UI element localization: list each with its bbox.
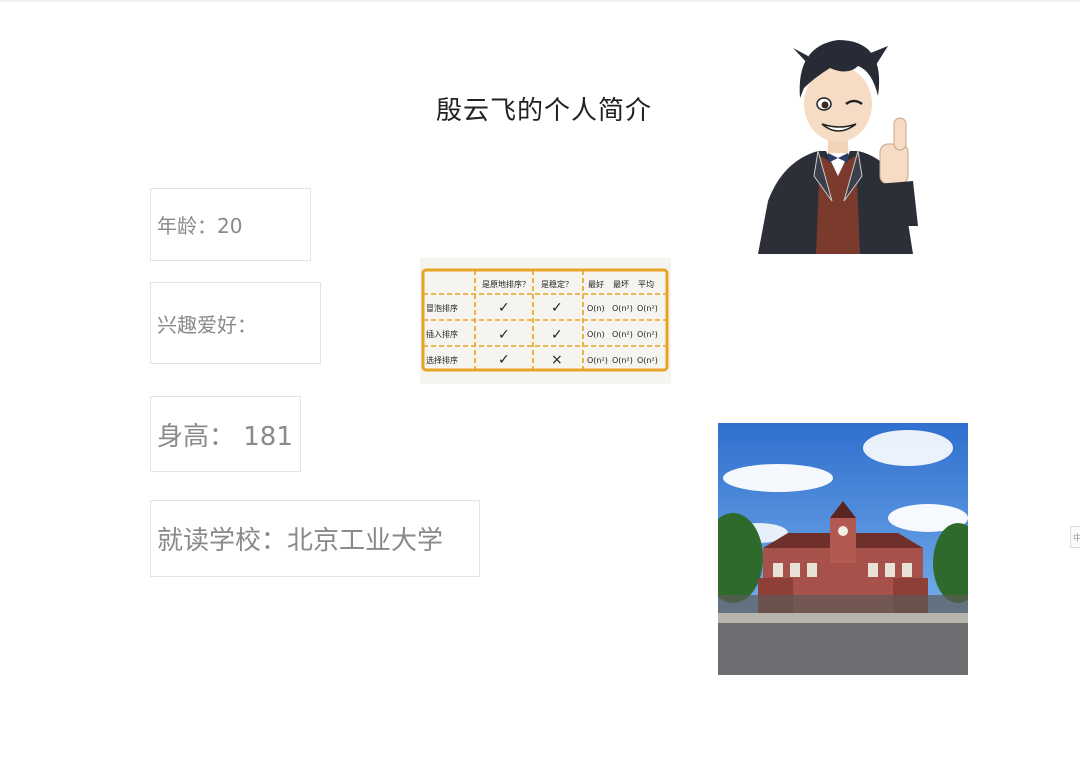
check-icon: ✓ — [498, 300, 510, 316]
avg-cell: O(n²) — [637, 356, 658, 365]
height-label: 身高： 181 — [157, 421, 293, 452]
sorting-table-image: 是原地排序？ 是稳定？ 最好 最坏 平均 冒泡排序 ✓ ✓ O(n) O(n²)… — [420, 258, 671, 384]
worst-cell: O(n²) — [612, 356, 633, 365]
col-avg: 平均 — [638, 279, 654, 289]
check-icon: ✓ — [551, 327, 563, 343]
avg-cell: O(n²) — [637, 304, 658, 313]
check-icon: ✓ — [551, 300, 563, 316]
worst-cell: O(n²) — [612, 304, 633, 313]
page-title: 殷云飞的个人简介 — [436, 96, 653, 126]
check-icon: ✓ — [498, 352, 510, 368]
best-cell: O(n) — [587, 330, 605, 339]
worst-cell: O(n²) — [612, 330, 633, 339]
row-name: 选择排序 — [426, 355, 458, 365]
cross-icon: × — [551, 352, 563, 368]
col-stable: 是稳定？ — [541, 279, 573, 289]
height-field[interactable]: 身高： 181 — [150, 396, 301, 472]
hobbies-label: 兴趣爱好： — [157, 312, 257, 337]
school-building-image — [718, 423, 968, 675]
top-divider — [0, 0, 1080, 2]
col-best: 最好 — [588, 279, 604, 289]
check-icon: ✓ — [498, 327, 510, 343]
age-field[interactable]: 年龄：20 — [150, 188, 311, 261]
row-name: 插入排序 — [426, 329, 458, 339]
col-worst: 最坏 — [613, 279, 629, 289]
anime-character-image — [748, 26, 928, 254]
school-label: 就读学校：北京工业大学 — [157, 526, 444, 556]
avg-cell: O(n²) — [637, 330, 658, 339]
hobbies-field[interactable]: 兴趣爱好： — [150, 282, 321, 364]
side-tab-label: 中 — [1072, 533, 1080, 544]
age-label: 年龄：20 — [157, 214, 243, 238]
best-cell: O(n²) — [587, 356, 608, 365]
row-name: 冒泡排序 — [426, 303, 458, 313]
side-tab[interactable]: 中 — [1070, 526, 1080, 548]
best-cell: O(n) — [587, 304, 605, 313]
school-field[interactable]: 就读学校：北京工业大学 — [150, 500, 480, 577]
col-in-place: 是原地排序？ — [482, 279, 530, 289]
